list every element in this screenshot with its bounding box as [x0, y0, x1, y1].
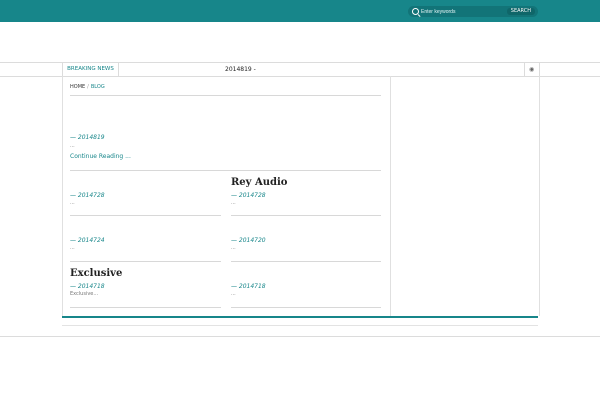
post-date[interactable]: — 2014718: [231, 283, 266, 290]
content-bottom-bar: [62, 316, 538, 318]
footer-divider: [0, 336, 600, 337]
breadcrumb-current: BLOG: [90, 84, 105, 90]
post-divider: [231, 307, 381, 308]
breaking-news-bar: BREAKING NEWS 2014819 - ◉: [0, 62, 600, 77]
post-date[interactable]: — 2014724: [70, 237, 105, 244]
post-date[interactable]: — 2014728: [231, 192, 266, 199]
sidebar-divider: [390, 76, 391, 316]
rss-button[interactable]: ◉: [524, 63, 540, 76]
search-input[interactable]: [421, 6, 507, 17]
post-title[interactable]: Exclusive: [70, 268, 122, 279]
footer-divider: [62, 325, 538, 326]
post-excerpt: ...: [70, 200, 75, 206]
post-excerpt: ...: [231, 200, 236, 206]
breadcrumb-separator: /: [87, 84, 89, 90]
ticker-inner: BREAKING NEWS 2014819 - ◉: [62, 63, 540, 76]
post-divider: [231, 215, 381, 216]
post-date[interactable]: — 2014819: [70, 134, 105, 141]
post-date[interactable]: — 2014728: [70, 192, 105, 199]
post-divider: [231, 261, 381, 262]
breadcrumb: HOME / BLOG: [70, 84, 105, 90]
post-title[interactable]: Rey Audio: [231, 177, 287, 188]
top-bar: SEARCH: [0, 0, 600, 22]
post-excerpt: ...: [231, 245, 236, 251]
post-excerpt: Exclusive...: [70, 291, 99, 297]
post-excerpt: ...: [70, 143, 75, 149]
post-date[interactable]: — 2014718: [70, 283, 105, 290]
main-content: [62, 76, 540, 316]
post-divider: [70, 215, 221, 216]
post-divider: [70, 261, 221, 262]
search-icon: [412, 8, 419, 15]
continue-reading-link[interactable]: Continue Reading ...: [70, 153, 131, 160]
post-date[interactable]: — 2014720: [231, 237, 266, 244]
post-excerpt: ...: [70, 245, 75, 251]
post-divider: [70, 307, 221, 308]
search-button[interactable]: SEARCH: [506, 8, 535, 15]
post-excerpt: ...: [231, 291, 236, 297]
breadcrumb-home[interactable]: HOME: [70, 84, 85, 90]
post-divider: [70, 170, 381, 171]
breaking-news-label: BREAKING NEWS: [63, 63, 119, 76]
rss-icon: ◉: [529, 66, 535, 73]
search-box[interactable]: SEARCH: [408, 6, 538, 17]
breaking-news-text[interactable]: 2014819 -: [225, 63, 256, 76]
breadcrumb-divider: [70, 95, 381, 96]
